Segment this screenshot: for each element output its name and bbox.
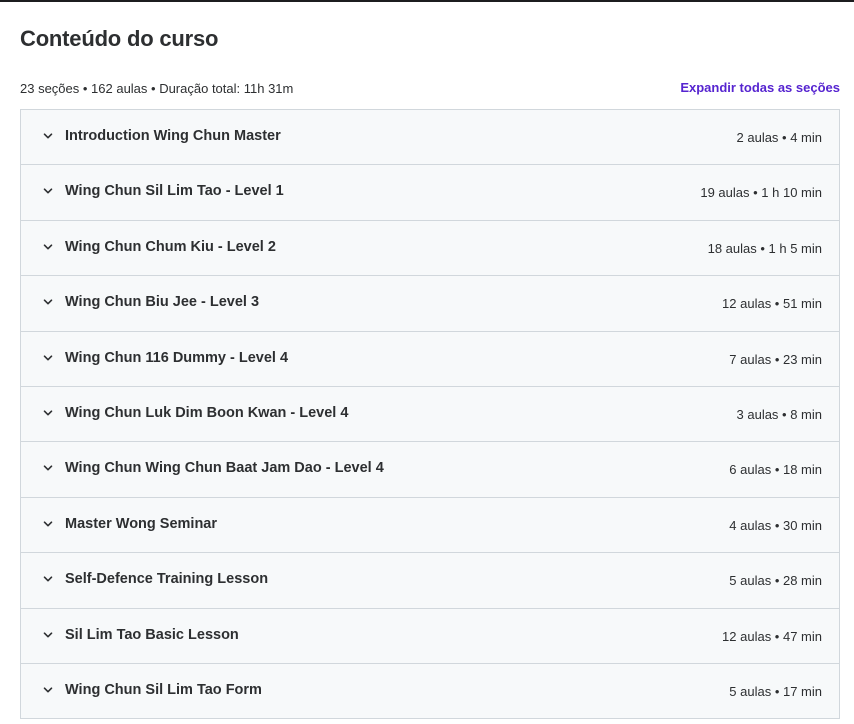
course-summary: 23 seções • 162 aulas • Duração total: 1… bbox=[20, 80, 840, 98]
section-title: Sil Lim Tao Basic Lesson bbox=[65, 626, 239, 643]
section-meta: 5 aulas • 28 min bbox=[729, 573, 822, 589]
section-row[interactable]: Wing Chun Chum Kiu - Level 2 18 aulas • 1… bbox=[21, 220, 839, 277]
section-meta: 18 aulas • 1 h 5 min bbox=[707, 240, 822, 256]
section-meta: 4 aulas • 30 min bbox=[729, 517, 822, 533]
chevron-down-icon bbox=[42, 241, 54, 253]
section-row[interactable]: Introduction Wing Chun Master 2 aulas • 4… bbox=[21, 110, 839, 166]
chevron-down-icon bbox=[42, 185, 54, 197]
section-row[interactable]: Master Wong Seminar 4 aulas • 30 min bbox=[21, 497, 839, 554]
course-stats: 23 seções • 162 aulas • Duração total: 1… bbox=[20, 81, 294, 96]
expand-all-sections-button[interactable]: Expandir todas as seções bbox=[680, 80, 840, 95]
section-meta: 3 aulas • 8 min bbox=[736, 406, 822, 422]
chevron-down-icon bbox=[42, 684, 54, 696]
section-row[interactable]: Wing Chun Wing Chun Baat Jam Dao - Level… bbox=[21, 442, 839, 498]
chevron-down-icon bbox=[42, 130, 54, 142]
chevron-down-icon bbox=[42, 352, 54, 364]
section-title: Wing Chun Chum Kiu - Level 2 bbox=[65, 238, 276, 255]
section-row[interactable]: Wing Chun 116 Dummy - Level 4 7 aulas • 2… bbox=[21, 331, 839, 387]
section-title: Wing Chun 116 Dummy - Level 4 bbox=[65, 349, 289, 366]
section-row[interactable]: Wing Chun Luk Dim Boon Kwan - Level 4 3 a… bbox=[21, 386, 839, 443]
course-sections-list: Introduction Wing Chun Master 2 aulas • 4… bbox=[20, 109, 840, 720]
chevron-down-icon bbox=[42, 518, 54, 530]
section-meta: 6 aulas • 18 min bbox=[729, 462, 822, 478]
section-row[interactable]: Wing Chun Sil Lim Tao Form 5 aulas • 17 m… bbox=[21, 663, 839, 720]
section-title: Wing Chun Sil Lim Tao - Level 1 bbox=[65, 183, 284, 200]
section-meta: 19 aulas • 1 h 10 min bbox=[700, 185, 822, 201]
section-row[interactable]: Wing Chun Biu Jee - Level 3 12 aulas • 51… bbox=[21, 276, 839, 332]
top-border bbox=[0, 0, 854, 2]
section-title: Wing Chun Sil Lim Tao Form bbox=[65, 681, 262, 698]
section-row[interactable]: Self-Defence Training Lesson 5 aulas • 28… bbox=[21, 553, 839, 609]
section-title: Introduction Wing Chun Master bbox=[65, 128, 281, 144]
section-title: Self-Defence Training Lesson bbox=[65, 571, 269, 588]
chevron-down-icon bbox=[42, 629, 54, 641]
chevron-down-icon bbox=[42, 296, 54, 308]
section-title: Master Wong Seminar bbox=[65, 515, 218, 532]
section-title: Wing Chun Wing Chun Baat Jam Dao - Level… bbox=[65, 460, 384, 477]
section-title: Wing Chun Luk Dim Boon Kwan - Level 4 bbox=[65, 404, 349, 421]
chevron-down-icon bbox=[42, 573, 54, 585]
chevron-down-icon bbox=[42, 407, 54, 419]
section-meta: 5 aulas • 17 min bbox=[729, 683, 822, 699]
section-row[interactable]: Sil Lim Tao Basic Lesson 12 aulas • 47 mi… bbox=[21, 608, 839, 664]
chevron-down-icon bbox=[42, 462, 54, 474]
page-title: Conteúdo do curso bbox=[20, 26, 219, 51]
section-meta: 7 aulas • 23 min bbox=[729, 351, 822, 367]
section-meta: 12 aulas • 47 min bbox=[722, 628, 822, 644]
section-row[interactable]: Wing Chun Sil Lim Tao - Level 1 19 aulas … bbox=[21, 165, 839, 221]
section-title: Wing Chun Biu Jee - Level 3 bbox=[65, 294, 260, 311]
section-meta: 2 aulas • 4 min bbox=[736, 130, 822, 145]
section-meta: 12 aulas • 51 min bbox=[722, 296, 822, 312]
